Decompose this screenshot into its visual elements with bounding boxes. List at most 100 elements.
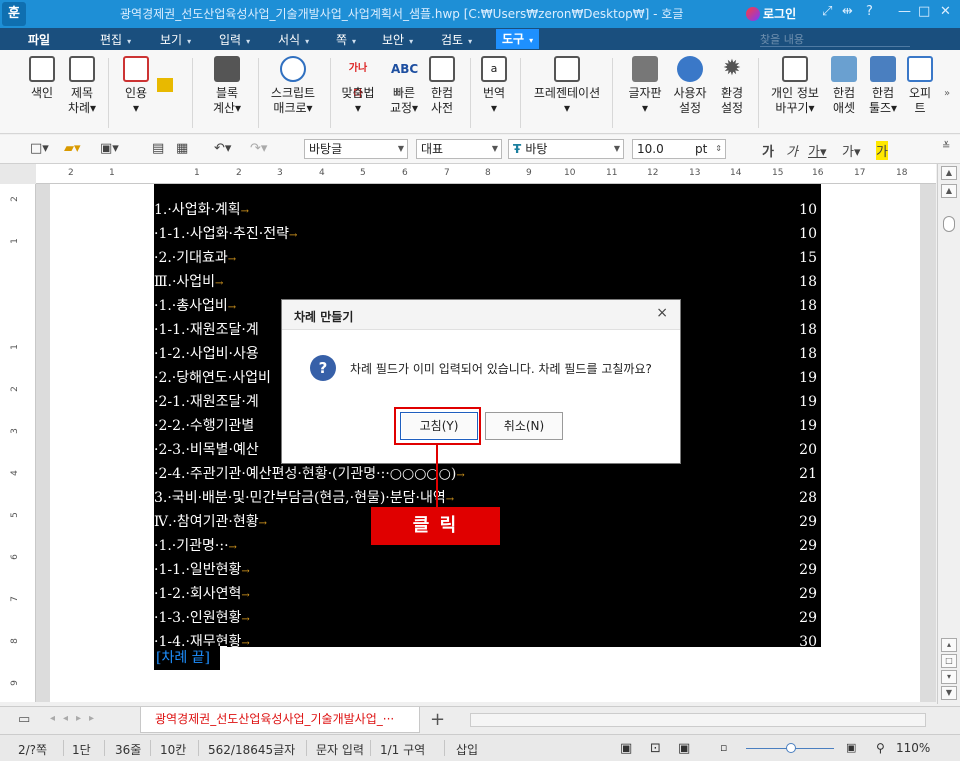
ruler-number: 17 xyxy=(854,168,866,178)
toc-end-marker[interactable]: [차례 끝] xyxy=(154,646,220,670)
style-select[interactable]: 바탕글 ▼ xyxy=(304,139,408,159)
preview-icon[interactable]: ▦ xyxy=(176,141,188,156)
toc-line[interactable]: ·2-4.·주관기관·예산편성·현황·(기관명·:·○○○○○)→ 21 xyxy=(154,462,821,486)
toc-line[interactable]: ·1-1.·일반현황→ 29 xyxy=(154,558,821,582)
zoom-slider-handle[interactable] xyxy=(786,743,796,753)
horizontal-ruler[interactable]: 2 1 1 2 3 4 5 6 7 8 9 10 11 12 13 14 15 … xyxy=(36,164,936,184)
fullscreen-icon[interactable]: ⤢ xyxy=(822,4,832,19)
toc-line[interactable]: ·1-2.·회사연혁→ 29 xyxy=(154,582,821,606)
save-icon[interactable]: ▣▾ xyxy=(100,141,119,156)
print-icon[interactable]: ▤ xyxy=(152,141,164,156)
toc-line[interactable]: ·1-1.·사업화·추진·전략→ 10 xyxy=(154,222,821,246)
menu-view[interactable]: 보기 ▾ xyxy=(160,31,191,48)
ruler-corner[interactable] xyxy=(0,164,36,184)
ribbon-index-button[interactable]: 색인 xyxy=(22,56,62,101)
vertical-ruler[interactable]: 2 1 1 2 3 4 5 6 7 8 9 xyxy=(0,184,36,702)
toolbar-more-icon[interactable]: ≚ xyxy=(942,141,950,152)
font-select[interactable]: Ŧ 바탕 ▼ xyxy=(508,139,624,159)
italic-icon[interactable]: 가 xyxy=(786,141,798,160)
zoom-out-icon[interactable]: ▫ xyxy=(720,741,727,754)
ribbon-user-settings-button[interactable]: 사용자 설정 xyxy=(670,56,710,116)
script-label: 스크립트 매크로▾ xyxy=(270,86,316,115)
scroll-top-icon[interactable]: ▲ xyxy=(941,166,957,180)
zoom-value[interactable]: 110% xyxy=(896,741,930,755)
size-input[interactable]: 10.0 pt ⇕ xyxy=(632,139,726,159)
scroll-up-icon[interactable]: ▲ xyxy=(941,184,957,198)
help-search-input[interactable]: 찾을 내용 xyxy=(760,31,910,47)
full-view-icon[interactable]: ▣ xyxy=(678,741,690,756)
ribbon-tools-button[interactable]: 한컴 툴즈▾ xyxy=(864,56,902,116)
zoom-magnifier-icon[interactable]: ⚲ xyxy=(876,741,885,755)
menu-review[interactable]: 검토 ▾ xyxy=(441,31,472,48)
ruler-number: 1 xyxy=(9,344,20,350)
page-icon[interactable]: □ xyxy=(941,654,957,668)
scroll-thumb[interactable] xyxy=(943,216,955,232)
page-view-icon[interactable]: ▣ xyxy=(620,741,632,756)
ribbon-spell-button[interactable]: 가나다 맞춤법 ▾ xyxy=(336,56,380,116)
tab-mark-icon: → xyxy=(228,542,237,553)
undo-icon[interactable]: ↶▾ xyxy=(214,141,231,156)
dialog-close-icon[interactable]: × xyxy=(656,305,668,321)
scroll-down-icon[interactable]: ▼ xyxy=(941,686,957,700)
menu-edit[interactable]: 편집 ▾ xyxy=(100,31,131,48)
ribbon-keyboard-button[interactable]: 글자판 ▾ xyxy=(624,56,666,116)
ribbon-presentation-button[interactable]: 프레젠테이션 ▾ xyxy=(530,56,604,116)
ribbon-office-button[interactable]: 오피 트 xyxy=(906,56,934,116)
toc-line[interactable]: ·1-4.·재무현황→ 30 xyxy=(154,630,821,647)
calc-icon xyxy=(214,56,240,82)
menu-insert[interactable]: 입력 ▾ xyxy=(219,31,250,48)
view-icon[interactable]: ▭ xyxy=(18,712,30,727)
menu-file[interactable]: 파일 xyxy=(28,31,50,48)
strike-icon[interactable]: 가▾ xyxy=(842,141,861,160)
maximize-button[interactable]: □ xyxy=(918,4,930,19)
horizontal-scrollbar[interactable] xyxy=(470,713,926,727)
ruler-number: 1 xyxy=(194,168,200,178)
menu-security[interactable]: 보안 ▾ xyxy=(382,31,413,48)
presentation-label: 프레젠테이션 ▾ xyxy=(533,86,601,115)
add-tab-button[interactable]: + xyxy=(430,709,445,730)
page-up-icon[interactable]: ▴ xyxy=(941,638,957,652)
toc-line[interactable]: ·1-3.·인원현황→ 29 xyxy=(154,606,821,630)
ribbon-block-calc-button[interactable]: 블록 계산▾ xyxy=(207,56,247,116)
ribbon-privacy-button[interactable]: 개인 정보 바꾸기▾ xyxy=(764,56,826,116)
menu-tools[interactable]: 도구 ▾ xyxy=(496,29,540,49)
bold-icon[interactable]: 가 xyxy=(762,141,774,160)
ribbon-more-icon[interactable]: » xyxy=(944,88,950,99)
close-button[interactable]: ✕ xyxy=(940,4,951,19)
highlight-icon[interactable]: 가 xyxy=(876,141,888,160)
document-tab[interactable]: 광역경제권_선도산업육성사업_기술개발사업_··· xyxy=(140,707,420,733)
zoom-in-icon[interactable]: ▣ xyxy=(846,741,856,754)
outline-select[interactable]: 대표 ▼ xyxy=(416,139,502,159)
toc-page: 30 xyxy=(799,634,817,647)
menu-format[interactable]: 서식 ▾ xyxy=(278,31,309,48)
ribbon-dict-button[interactable]: 한컴 사전 xyxy=(422,56,462,116)
toc-line[interactable]: 1.·사업화·계획→ 10 xyxy=(154,198,821,222)
ribbon-translate-button[interactable]: a 번역 ▾ xyxy=(474,56,514,116)
split-icon[interactable]: ⇹ xyxy=(842,4,853,19)
vertical-scrollbar[interactable]: ▲ ▲ ▴ □ ▾ ▼ xyxy=(937,164,960,704)
menu-security-label: 보안 xyxy=(382,33,405,47)
underline-icon[interactable]: 가▾ xyxy=(808,141,827,160)
toc-line[interactable]: Ⅲ.·사업비→ 18 xyxy=(154,270,821,294)
ribbon-quick-correct-button[interactable]: ABC 빠른 교정▾ xyxy=(384,56,424,116)
ribbon-small-tools[interactable] xyxy=(150,58,180,92)
open-icon[interactable]: ▰▾ xyxy=(64,141,81,156)
width-view-icon[interactable]: ⊡ xyxy=(650,741,661,756)
app-logo-icon[interactable]: 훈 xyxy=(2,2,26,26)
new-doc-icon[interactable]: □▾ xyxy=(30,141,49,156)
stepper-icon[interactable]: ⇕ xyxy=(715,140,722,158)
minimize-button[interactable]: — xyxy=(898,4,911,19)
login-button[interactable]: 로그인 xyxy=(746,5,796,22)
page-down-icon[interactable]: ▾ xyxy=(941,670,957,684)
tab-nav-icon[interactable]: ◂◂▸▸ xyxy=(50,713,102,724)
toc-line[interactable]: ·2.·기대효과→ 15 xyxy=(154,246,821,270)
ribbon-env-settings-button[interactable]: ✹ 환경 설정 xyxy=(712,56,752,116)
help-button[interactable]: ? xyxy=(866,4,873,19)
ribbon-toc-button[interactable]: 제목 차례▾ xyxy=(62,56,102,116)
menu-page[interactable]: 쪽 ▾ xyxy=(336,31,356,48)
ribbon-asset-button[interactable]: 한컴 애셋 xyxy=(826,56,862,116)
cancel-button[interactable]: 취소(N) xyxy=(485,412,563,440)
status-insert[interactable]: 삽입 xyxy=(456,741,478,758)
redo-icon[interactable]: ↷▾ xyxy=(250,141,267,156)
ribbon-script-button[interactable]: 스크립트 매크로▾ xyxy=(264,56,322,116)
